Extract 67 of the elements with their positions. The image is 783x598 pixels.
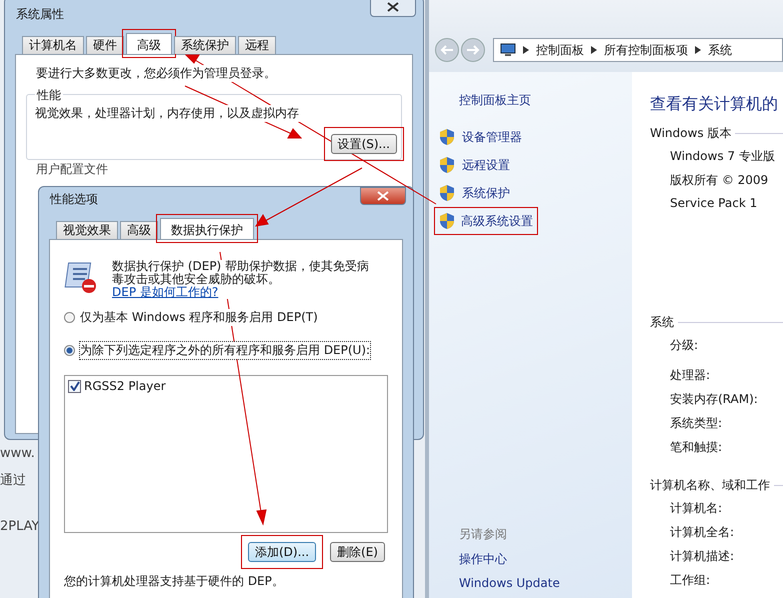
section-heading: Windows 版本 xyxy=(650,125,732,142)
tab[interactable]: 硬件 xyxy=(86,36,124,54)
sidebar-link[interactable]: 高级系统设置 xyxy=(435,208,537,234)
radio-button[interactable] xyxy=(64,345,75,356)
close-button[interactable] xyxy=(370,0,416,17)
sidebar-link[interactable]: 控制面板主页 xyxy=(459,92,632,109)
address-bar[interactable]: 控制面板 所有控制面板项 系统 xyxy=(493,38,783,62)
radio-option[interactable]: 为除下列选定程序之外的所有程序和服务启用 DEP(U): xyxy=(64,342,370,359)
tab[interactable]: 高级 xyxy=(120,221,158,239)
page-title: 查看有关计算机的 xyxy=(650,94,779,115)
breadcrumb-item[interactable]: 所有控制面板项 xyxy=(604,42,688,58)
info-label: Windows 7 专业版 xyxy=(670,148,776,165)
info-label: 版权所有 © 2009 xyxy=(670,172,770,189)
radio-button[interactable] xyxy=(64,312,75,323)
chevron-icon xyxy=(523,46,529,54)
close-icon xyxy=(377,191,389,201)
list-item[interactable]: RGSS2 Player xyxy=(68,379,384,393)
info-label: 分级: xyxy=(670,337,700,354)
shield-icon xyxy=(439,184,455,202)
info-label: 处理器: xyxy=(670,367,712,384)
breadcrumb-item[interactable]: 系统 xyxy=(708,42,732,58)
close-button[interactable] xyxy=(360,187,406,205)
shield-icon xyxy=(439,128,455,146)
background-text: 2PLAY xyxy=(0,519,40,534)
breadcrumb-item[interactable]: 控制面板 xyxy=(536,42,584,58)
section-heading: 系统 xyxy=(650,314,674,331)
group-label: 用户配置文件 xyxy=(36,161,108,178)
info-label: 笔和触摸: xyxy=(670,439,724,456)
group-label: 性能 xyxy=(35,87,63,104)
help-link[interactable]: DEP 是如何工作的? xyxy=(112,285,218,299)
background-text: 通过 xyxy=(0,472,27,489)
info-label: 安装内存(RAM): xyxy=(670,391,759,408)
sidebar-link[interactable]: 系统保护 xyxy=(435,180,537,206)
info-label: 系统类型: xyxy=(670,415,724,432)
section-title: 另请参阅 xyxy=(459,526,508,543)
computer-icon xyxy=(500,43,516,57)
radio-option[interactable]: 仅为基本 Windows 程序和服务启用 DEP(T) xyxy=(64,309,318,326)
tab[interactable]: 系统保护 xyxy=(174,36,236,54)
back-arrow-icon xyxy=(440,45,454,55)
info-label: 计算机名: xyxy=(670,500,724,517)
info-label: 工作组: xyxy=(670,572,712,589)
info-label: 计算机全名: xyxy=(670,524,736,541)
chevron-icon xyxy=(591,46,597,54)
checkbox[interactable] xyxy=(68,380,81,392)
sidebar-link[interactable]: 操作中心 xyxy=(459,551,632,568)
remove-button[interactable]: 删除(E) xyxy=(330,542,385,562)
info-label: Service Pack 1 xyxy=(670,196,758,212)
window-title: 系统属性 xyxy=(16,6,64,22)
forward-arrow-icon xyxy=(466,45,480,55)
window-title: 性能选项 xyxy=(50,190,98,208)
add-button[interactable]: 添加(D)... xyxy=(248,542,316,562)
chevron-icon xyxy=(695,46,701,54)
info-label: 计算机描述: xyxy=(670,548,736,565)
tab[interactable]: 远程 xyxy=(238,36,276,54)
settings-button[interactable]: 设置(S)... xyxy=(330,134,397,154)
tab[interactable]: 计算机名 xyxy=(22,36,84,54)
shield-icon xyxy=(439,156,455,174)
sidebar-link[interactable]: Windows Update xyxy=(459,576,632,590)
tab[interactable]: 视觉效果 xyxy=(56,221,118,239)
close-icon xyxy=(387,2,399,12)
status-text: 您的计算机处理器支持基于硬件的 DEP。 xyxy=(64,573,285,590)
sidebar-link[interactable]: 设备管理器 xyxy=(435,124,537,150)
section-heading: 计算机名称、域和工作 xyxy=(650,477,770,494)
shield-icon xyxy=(439,212,454,230)
dep-icon xyxy=(64,260,98,294)
background-text: www. xyxy=(0,446,36,461)
sidebar-link[interactable]: 远程设置 xyxy=(435,152,537,178)
